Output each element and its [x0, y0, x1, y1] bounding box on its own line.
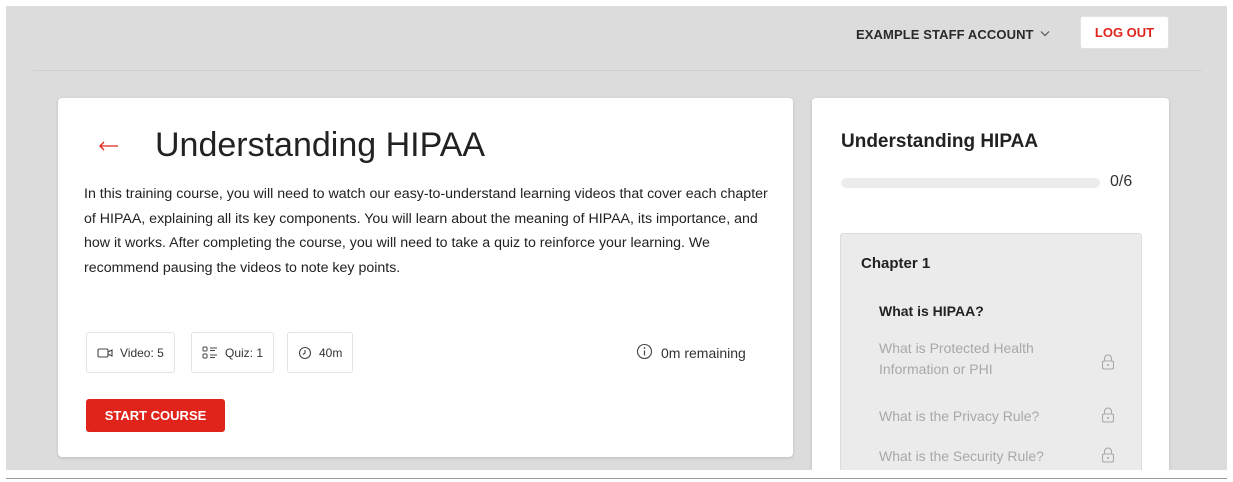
clock-icon — [298, 346, 312, 360]
course-outline-card: Understanding HIPAA 0/6 Chapter 1 What i… — [812, 98, 1169, 470]
duration-badge: 40m — [287, 332, 354, 373]
lesson-label: What is Protected Health Information or … — [879, 340, 1034, 377]
lock-icon — [1101, 407, 1115, 429]
outline-title: Understanding HIPAA — [841, 131, 1039, 152]
lock-icon — [1101, 447, 1115, 469]
quiz-count: Quiz: 1 — [225, 345, 264, 360]
account-label: EXAMPLE STAFF ACCOUNT — [856, 26, 1034, 42]
progress-bar — [841, 178, 1100, 188]
chevron-down-icon — [1040, 29, 1050, 40]
lesson-label: What is the Security Rule? — [879, 447, 1044, 464]
progress-count: 0/6 — [1110, 173, 1133, 190]
lesson-label: What is HIPAA? — [879, 302, 984, 319]
lesson-item[interactable]: What is HIPAA? — [879, 300, 1129, 322]
course-card: Understanding HIPAA In this training cou… — [58, 98, 793, 457]
course-title: Understanding HIPAA — [155, 126, 486, 164]
account-menu[interactable]: EXAMPLE STAFF ACCOUNT — [856, 24, 1050, 44]
video-icon — [97, 347, 113, 359]
quiz-icon — [202, 346, 218, 360]
top-bar: EXAMPLE STAFF ACCOUNT LOG OUT — [6, 6, 1227, 66]
start-course-button[interactable]: START COURSE — [86, 399, 225, 432]
lesson-item-locked: What is the Security Rule? — [879, 445, 1129, 467]
lesson-item-locked: What is Protected Health Information or … — [879, 338, 1129, 380]
quiz-count-badge: Quiz: 1 — [191, 332, 275, 373]
lesson-item-locked: What is the Privacy Rule? — [879, 405, 1129, 427]
course-description: In this training course, you will need t… — [84, 186, 768, 276]
time-remaining: 0m remaining — [636, 343, 746, 363]
bottom-border — [6, 478, 1227, 479]
arrow-left-icon[interactable] — [98, 136, 120, 159]
video-count: Video: 5 — [120, 345, 164, 360]
time-remaining-label: 0m remaining — [661, 345, 746, 361]
chapter-title: Chapter 1 — [861, 255, 931, 272]
chapter-panel: Chapter 1 What is HIPAA? What is Protect… — [840, 233, 1142, 470]
lesson-label: What is the Privacy Rule? — [879, 407, 1040, 424]
duration: 40m — [319, 345, 343, 360]
info-icon — [636, 343, 653, 363]
logout-button[interactable]: LOG OUT — [1080, 16, 1169, 49]
page-canvas: EXAMPLE STAFF ACCOUNT LOG OUT Understand… — [6, 6, 1227, 470]
header-divider — [33, 70, 1202, 71]
lock-icon — [1101, 354, 1115, 376]
video-count-badge: Video: 5 — [86, 332, 175, 373]
